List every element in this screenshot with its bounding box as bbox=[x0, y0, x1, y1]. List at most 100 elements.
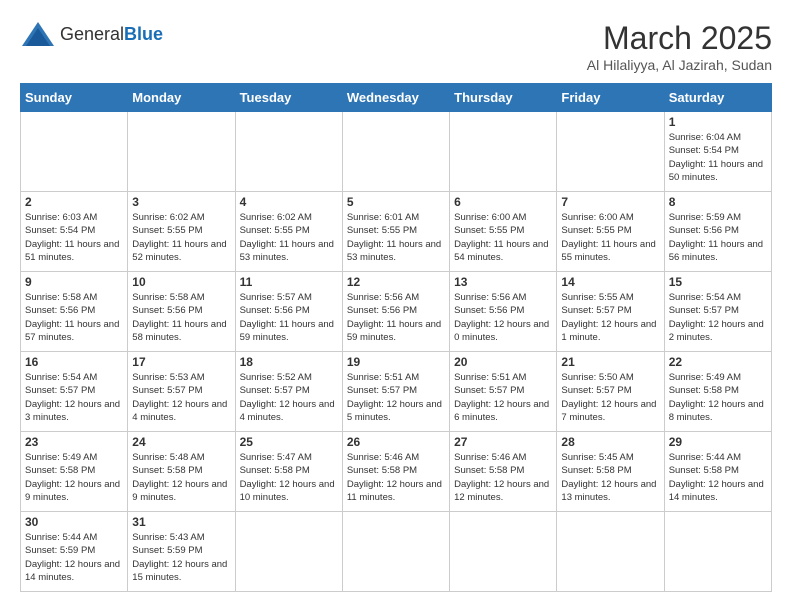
page-header: GeneralBlue March 2025 Al Hilaliyya, Al … bbox=[20, 20, 772, 73]
day-info: Sunrise: 5:47 AM Sunset: 5:58 PM Dayligh… bbox=[240, 451, 338, 504]
calendar-cell: 6Sunrise: 6:00 AM Sunset: 5:55 PM Daylig… bbox=[450, 192, 557, 272]
day-number: 23 bbox=[25, 435, 123, 449]
calendar-cell: 8 Sunrise: 5:59 AM Sunset: 5:56 PM Daylig… bbox=[664, 192, 771, 272]
weekday-header: Sunday bbox=[21, 84, 128, 112]
day-info: Sunrise: 5:53 AM Sunset: 5:57 PM Dayligh… bbox=[132, 371, 230, 424]
logo-text: GeneralBlue bbox=[60, 24, 163, 45]
day-number: 3 bbox=[132, 195, 230, 209]
weekday-header: Wednesday bbox=[342, 84, 449, 112]
day-number: 31 bbox=[132, 515, 230, 529]
day-number: 30 bbox=[25, 515, 123, 529]
calendar-cell: 21 Sunrise: 5:50 AM Sunset: 5:57 PM Dayli… bbox=[557, 352, 664, 432]
day-info: Sunrise: 5:56 AM Sunset: 5:56 PM Dayligh… bbox=[347, 291, 445, 344]
calendar-cell: 14 Sunrise: 5:55 AM Sunset: 5:57 PM Dayli… bbox=[557, 272, 664, 352]
day-number: 6 bbox=[454, 195, 552, 209]
day-info: Sunrise: 5:56 AM Sunset: 5:56 PM Dayligh… bbox=[454, 291, 552, 344]
calendar-cell: 13 Sunrise: 5:56 AM Sunset: 5:56 PM Dayli… bbox=[450, 272, 557, 352]
day-info: Sunrise: 5:46 AM Sunset: 5:58 PM Dayligh… bbox=[454, 451, 552, 504]
weekday-header: Tuesday bbox=[235, 84, 342, 112]
calendar-week-row: 9Sunrise: 5:58 AM Sunset: 5:56 PM Daylig… bbox=[21, 272, 772, 352]
day-info: Sunrise: 5:45 AM Sunset: 5:58 PM Dayligh… bbox=[561, 451, 659, 504]
day-info: Sunrise: 5:58 AM Sunset: 5:56 PM Dayligh… bbox=[25, 291, 123, 344]
calendar-cell: 10Sunrise: 5:58 AM Sunset: 5:56 PM Dayli… bbox=[128, 272, 235, 352]
calendar-cell: 7 Sunrise: 6:00 AM Sunset: 5:55 PM Daylig… bbox=[557, 192, 664, 272]
calendar-cell bbox=[664, 512, 771, 592]
day-number: 1 bbox=[669, 115, 767, 129]
day-info: Sunrise: 5:51 AM Sunset: 5:57 PM Dayligh… bbox=[454, 371, 552, 424]
day-info: Sunrise: 5:50 AM Sunset: 5:57 PM Dayligh… bbox=[561, 371, 659, 424]
calendar-cell: 16 Sunrise: 5:54 AM Sunset: 5:57 PM Dayli… bbox=[21, 352, 128, 432]
day-number: 24 bbox=[132, 435, 230, 449]
day-info: Sunrise: 5:57 AM Sunset: 5:56 PM Dayligh… bbox=[240, 291, 338, 344]
calendar-cell: 1Sunrise: 6:04 AM Sunset: 5:54 PM Daylig… bbox=[664, 112, 771, 192]
day-info: Sunrise: 5:43 AM Sunset: 5:59 PM Dayligh… bbox=[132, 531, 230, 584]
calendar-cell: 18Sunrise: 5:52 AM Sunset: 5:57 PM Dayli… bbox=[235, 352, 342, 432]
calendar-week-row: 1Sunrise: 6:04 AM Sunset: 5:54 PM Daylig… bbox=[21, 112, 772, 192]
day-info: Sunrise: 5:49 AM Sunset: 5:58 PM Dayligh… bbox=[669, 371, 767, 424]
calendar-header-row: SundayMondayTuesdayWednesdayThursdayFrid… bbox=[21, 84, 772, 112]
calendar-cell: 20 Sunrise: 5:51 AM Sunset: 5:57 PM Dayli… bbox=[450, 352, 557, 432]
day-number: 14 bbox=[561, 275, 659, 289]
day-info: Sunrise: 5:52 AM Sunset: 5:57 PM Dayligh… bbox=[240, 371, 338, 424]
calendar-cell: 28 Sunrise: 5:45 AM Sunset: 5:58 PM Dayli… bbox=[557, 432, 664, 512]
calendar-cell: 3 Sunrise: 6:02 AM Sunset: 5:55 PM Daylig… bbox=[128, 192, 235, 272]
calendar-cell bbox=[557, 512, 664, 592]
day-number: 28 bbox=[561, 435, 659, 449]
day-info: Sunrise: 5:46 AM Sunset: 5:58 PM Dayligh… bbox=[347, 451, 445, 504]
calendar-cell bbox=[342, 512, 449, 592]
calendar-cell: 27 Sunrise: 5:46 AM Sunset: 5:58 PM Dayli… bbox=[450, 432, 557, 512]
day-info: Sunrise: 5:55 AM Sunset: 5:57 PM Dayligh… bbox=[561, 291, 659, 344]
day-number: 11 bbox=[240, 275, 338, 289]
day-number: 15 bbox=[669, 275, 767, 289]
calendar-cell bbox=[450, 512, 557, 592]
calendar-cell: 15Sunrise: 5:54 AM Sunset: 5:57 PM Dayli… bbox=[664, 272, 771, 352]
day-number: 7 bbox=[561, 195, 659, 209]
day-info: Sunrise: 5:51 AM Sunset: 5:57 PM Dayligh… bbox=[347, 371, 445, 424]
calendar-cell bbox=[450, 112, 557, 192]
calendar-cell: 29Sunrise: 5:44 AM Sunset: 5:58 PM Dayli… bbox=[664, 432, 771, 512]
weekday-header: Monday bbox=[128, 84, 235, 112]
calendar-cell: 31 Sunrise: 5:43 AM Sunset: 5:59 PM Dayli… bbox=[128, 512, 235, 592]
calendar-cell: 9Sunrise: 5:58 AM Sunset: 5:56 PM Daylig… bbox=[21, 272, 128, 352]
logo-icon bbox=[20, 20, 56, 48]
calendar-week-row: 23Sunrise: 5:49 AM Sunset: 5:58 PM Dayli… bbox=[21, 432, 772, 512]
calendar-cell: 30 Sunrise: 5:44 AM Sunset: 5:59 PM Dayli… bbox=[21, 512, 128, 592]
calendar-cell bbox=[235, 112, 342, 192]
calendar-cell: 2Sunrise: 6:03 AM Sunset: 5:54 PM Daylig… bbox=[21, 192, 128, 272]
calendar-cell bbox=[557, 112, 664, 192]
day-number: 17 bbox=[132, 355, 230, 369]
calendar-cell: 17 Sunrise: 5:53 AM Sunset: 5:57 PM Dayli… bbox=[128, 352, 235, 432]
day-info: Sunrise: 6:02 AM Sunset: 5:55 PM Dayligh… bbox=[240, 211, 338, 264]
day-info: Sunrise: 6:00 AM Sunset: 5:55 PM Dayligh… bbox=[561, 211, 659, 264]
day-info: Sunrise: 6:03 AM Sunset: 5:54 PM Dayligh… bbox=[25, 211, 123, 264]
calendar-cell: 12 Sunrise: 5:56 AM Sunset: 5:56 PM Dayli… bbox=[342, 272, 449, 352]
day-number: 16 bbox=[25, 355, 123, 369]
calendar-week-row: 30 Sunrise: 5:44 AM Sunset: 5:59 PM Dayli… bbox=[21, 512, 772, 592]
calendar-title: March 2025 bbox=[587, 20, 772, 57]
day-number: 21 bbox=[561, 355, 659, 369]
day-info: Sunrise: 5:44 AM Sunset: 5:59 PM Dayligh… bbox=[25, 531, 123, 584]
day-number: 27 bbox=[454, 435, 552, 449]
day-number: 20 bbox=[454, 355, 552, 369]
day-info: Sunrise: 6:02 AM Sunset: 5:55 PM Dayligh… bbox=[132, 211, 230, 264]
calendar-cell: 26 Sunrise: 5:46 AM Sunset: 5:58 PM Dayli… bbox=[342, 432, 449, 512]
day-info: Sunrise: 5:59 AM Sunset: 5:56 PM Dayligh… bbox=[669, 211, 767, 264]
calendar-cell: 5Sunrise: 6:01 AM Sunset: 5:55 PM Daylig… bbox=[342, 192, 449, 272]
calendar-cell: 4 Sunrise: 6:02 AM Sunset: 5:55 PM Daylig… bbox=[235, 192, 342, 272]
calendar-week-row: 16 Sunrise: 5:54 AM Sunset: 5:57 PM Dayli… bbox=[21, 352, 772, 432]
calendar-cell bbox=[342, 112, 449, 192]
day-number: 26 bbox=[347, 435, 445, 449]
calendar-cell: 11 Sunrise: 5:57 AM Sunset: 5:56 PM Dayli… bbox=[235, 272, 342, 352]
day-number: 12 bbox=[347, 275, 445, 289]
day-number: 8 bbox=[669, 195, 767, 209]
calendar-cell bbox=[21, 112, 128, 192]
weekday-header: Friday bbox=[557, 84, 664, 112]
day-info: Sunrise: 5:54 AM Sunset: 5:57 PM Dayligh… bbox=[25, 371, 123, 424]
day-number: 4 bbox=[240, 195, 338, 209]
day-number: 19 bbox=[347, 355, 445, 369]
calendar-cell: 24Sunrise: 5:48 AM Sunset: 5:58 PM Dayli… bbox=[128, 432, 235, 512]
calendar-cell bbox=[128, 112, 235, 192]
calendar-cell: 25Sunrise: 5:47 AM Sunset: 5:58 PM Dayli… bbox=[235, 432, 342, 512]
calendar-cell bbox=[235, 512, 342, 592]
day-number: 13 bbox=[454, 275, 552, 289]
